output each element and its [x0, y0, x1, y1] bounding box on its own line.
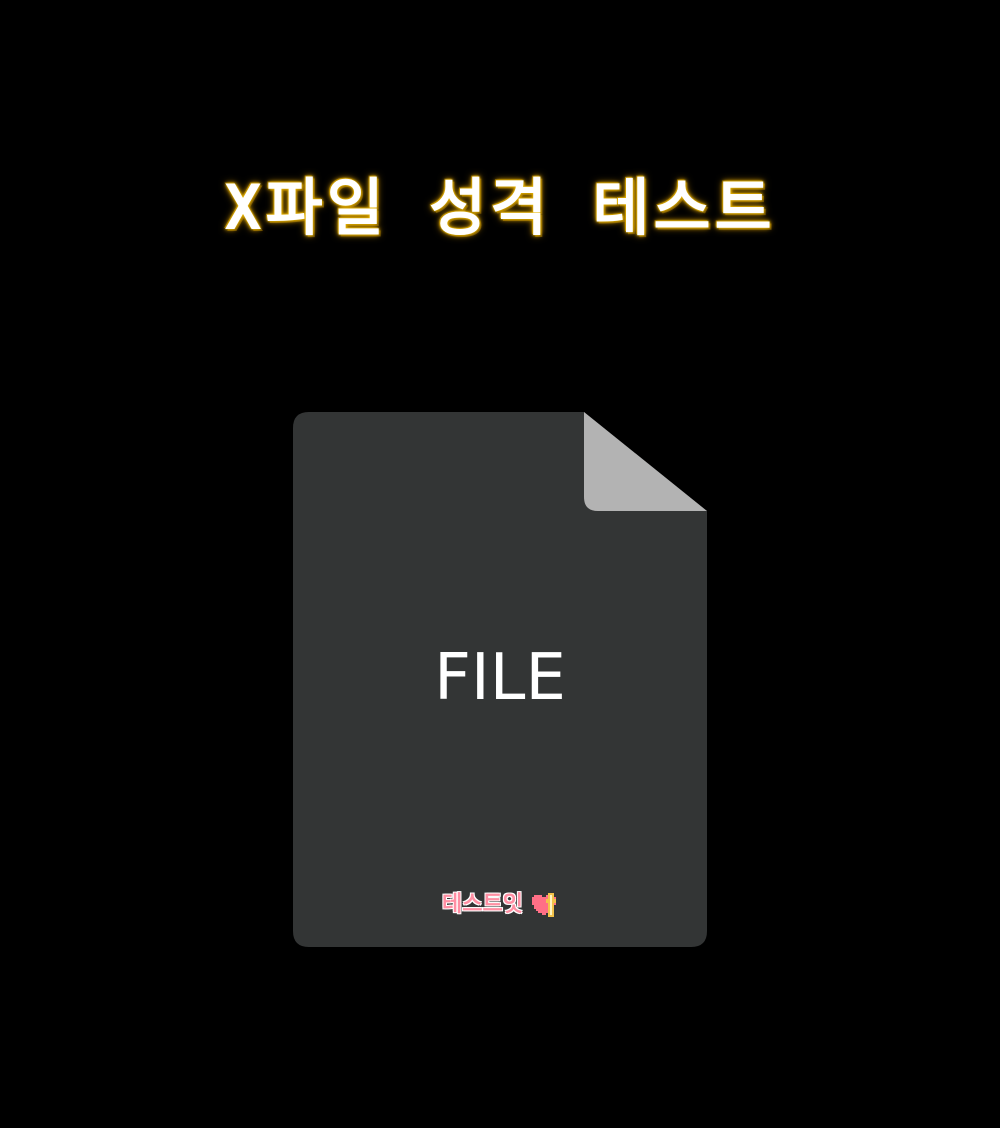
brand-logo[interactable]: 테스트잇	[293, 886, 707, 922]
brand-name: 테스트잇	[441, 891, 523, 917]
page-title: X파일 성격 테스트	[224, 171, 776, 244]
file-label: FILE	[434, 641, 566, 715]
file-corner-fold	[584, 412, 707, 511]
pixel-heart-icon	[532, 892, 557, 917]
